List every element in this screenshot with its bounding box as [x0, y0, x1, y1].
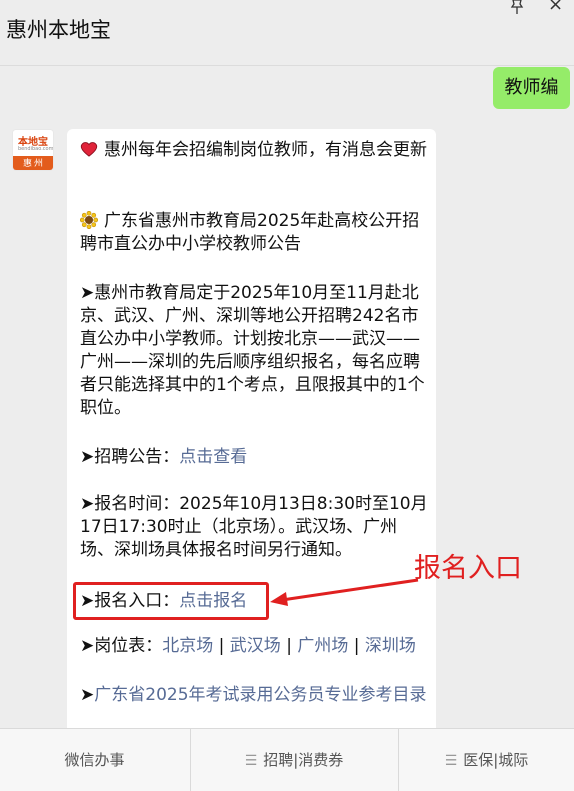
avatar-city-text: 惠州	[13, 156, 53, 170]
highlight-box	[73, 582, 269, 620]
posts-separator: |	[286, 636, 292, 656]
posts-separator: |	[218, 636, 225, 656]
posts-link-wuhan[interactable]: 武汉场	[230, 636, 281, 656]
posts-separator: |	[353, 636, 360, 656]
pin-icon[interactable]	[507, 0, 527, 16]
sent-message-bubble: 教师编	[493, 67, 570, 109]
menu-lines-icon: ☰	[244, 753, 258, 769]
annotation-label: 报名入口	[414, 553, 522, 584]
reference-link[interactable]: 广东省2025年考试录用公务员专业参考目录	[94, 685, 426, 705]
menu-tab-medical-intercity[interactable]: ☰ 医保|城际	[398, 729, 574, 791]
annotation-arrow-icon	[270, 578, 419, 606]
close-icon[interactable]: ×	[548, 0, 563, 15]
reply-line-posts: ➤岗位表：北京场 | 武汉场 | 广州场 | 深圳场	[80, 635, 428, 658]
reply-line-time: ➤报名时间：2025年10月13日8:30时至10月17日17:30时止（北京场…	[80, 494, 428, 560]
menu-tab-jobs-coupons[interactable]: ☰ 招聘|消费券	[190, 729, 397, 791]
reply-line-reference: ➤广东省2025年考试录用公务员专业参考目录	[80, 684, 428, 707]
chat-title: 惠州本地宝	[6, 18, 111, 42]
chat-header: 惠州本地宝 ×	[0, 0, 574, 66]
sunflower-icon	[80, 211, 98, 229]
avatar[interactable]: 本地宝 bendibao.com 惠州	[12, 129, 54, 171]
reply-line-announcement-title: 广东省惠州市教育局2025年赴高校公开招聘市直公办中小学校教师公告	[80, 211, 420, 254]
bottom-menu-bar: 微信办事 ☰ 招聘|消费券 ☰ 医保|城际	[0, 728, 574, 791]
menu-tab-wechat-services[interactable]: 微信办事	[0, 729, 189, 791]
menu-tab-label: 微信办事	[64, 751, 125, 769]
notice-label: ➤招聘公告：	[80, 447, 180, 467]
posts-link-shenzhen[interactable]: 深圳场	[365, 636, 416, 656]
reference-arrow: ➤	[80, 685, 95, 705]
reply-line-intro: 惠州每年会招编制岗位教师，有消息会更新	[80, 139, 428, 162]
menu-tab-label: 招聘|消费券	[263, 751, 344, 769]
menu-tab-label: 医保|城际	[463, 751, 529, 769]
posts-link-beijing[interactable]: 北京场	[162, 636, 213, 656]
posts-label: ➤岗位表：	[80, 636, 163, 656]
heart-icon	[80, 142, 98, 157]
reply-line-notice: ➤招聘公告：点击查看	[80, 446, 428, 469]
posts-link-guangzhou[interactable]: 广州场	[297, 636, 348, 656]
avatar-url-text: bendibao.com	[18, 146, 54, 152]
notice-link[interactable]: 点击查看	[179, 447, 247, 467]
menu-lines-icon: ☰	[444, 753, 458, 769]
reply-line-details: ➤惠州市教育局定于2025年10月至11月赴北京、武汉、广州、深圳等地公开招聘2…	[80, 283, 425, 418]
